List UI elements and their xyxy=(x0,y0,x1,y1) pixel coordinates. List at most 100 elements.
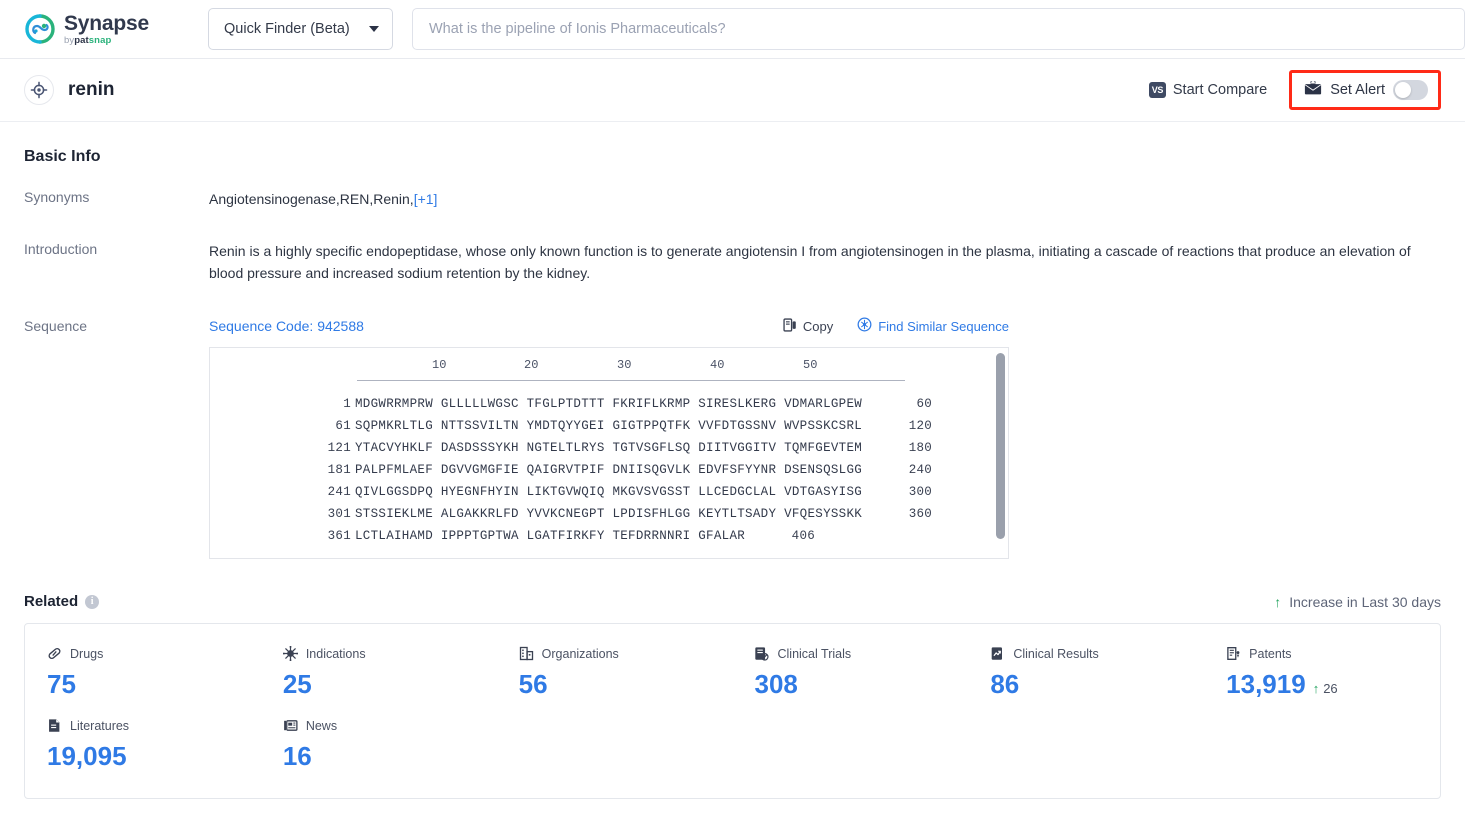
metric-value: 19,095 xyxy=(47,741,127,772)
sequence-rows: 1 MDGWRRMPRW GLLLLLWGSC TFGLPTDTTT FKRIF… xyxy=(210,393,1008,547)
ruler-tick-40: 40 xyxy=(710,358,725,373)
sequence-viewer[interactable]: 10 20 30 40 50 1 MDGWRRMPRW GLLLLLWGSC T… xyxy=(209,347,1009,560)
synonyms-value-wrap: Angiotensinogenase,REN,Renin,[+1] xyxy=(209,188,437,210)
metric-label: Organizations xyxy=(541,646,619,661)
metric-patents[interactable]: Patents 13,919 ↑ 26 xyxy=(1204,646,1440,700)
patent-icon xyxy=(1226,646,1241,661)
synonyms-more-link[interactable]: [+1] xyxy=(414,191,438,207)
sequence-row-residues: LCTLAIHAMD IPPPTGPTWA LGATFIRKFY TEFDRRN… xyxy=(355,529,746,544)
sequence-ruler-line xyxy=(357,380,905,382)
metric-value: 308 xyxy=(754,669,798,700)
sequence-row-residues: QIVLGGSDPQ HYEGNFHYIN LIKTGVWQIQ MKGVSVG… xyxy=(355,485,863,500)
versus-icon: VS xyxy=(1148,82,1166,98)
copy-button[interactable]: Copy xyxy=(783,318,833,335)
target-icon xyxy=(24,75,54,105)
logo-wordmark: Synapse xyxy=(64,11,149,35)
sequence-row-end: 120 xyxy=(908,419,933,434)
introduction-value: Renin is a highly specific endopeptidase… xyxy=(209,243,1411,282)
ruler-tick-20: 20 xyxy=(524,358,539,373)
metric-label: Indications xyxy=(305,646,366,661)
arrow-up-icon: ↑ xyxy=(1274,593,1282,610)
sequence-ruler: 10 20 30 40 50 xyxy=(357,358,905,380)
metric-literatures[interactable]: Literatures 19,095 xyxy=(25,718,261,772)
metric-clinical-trials[interactable]: Clinical Trials 308 xyxy=(732,646,968,700)
metric-value: 25 xyxy=(282,669,312,700)
entity-header: renin VS Start Compare Set Alert xyxy=(0,59,1465,122)
sequence-row-start: 181 xyxy=(327,463,351,478)
set-alert-control[interactable]: Set Alert xyxy=(1289,70,1441,110)
sequence-row-end: 300 xyxy=(908,485,933,500)
alert-envelope-icon xyxy=(1304,80,1322,100)
quick-finder-label: Quick Finder (Beta) xyxy=(224,21,350,37)
metric-value: 13,919 xyxy=(1226,669,1306,700)
sequence-row-residues: MDGWRRMPRW GLLLLLWGSC TFGLPTDTTT FKRIFLK… xyxy=(355,397,863,412)
start-compare-button[interactable]: VS Start Compare xyxy=(1148,82,1268,98)
metric-organizations[interactable]: Organizations 56 xyxy=(497,646,733,700)
top-bar: Synapse bypatsnap Quick Finder (Beta) xyxy=(0,0,1465,59)
quick-finder-dropdown[interactable]: Quick Finder (Beta) xyxy=(208,8,393,50)
sequence-label: Sequence xyxy=(24,318,88,335)
sequence-row-residues: STSSIEKLME ALGAKKRLFD YVVKCNEGPT LPDISFH… xyxy=(355,507,863,522)
sequence-row-start: 1 xyxy=(343,397,351,412)
literature-icon xyxy=(47,718,62,733)
sequence-row: 301 STSSIEKLME ALGAKKRLFD YVVKCNEGPT LPD… xyxy=(210,503,1008,525)
metric-drugs[interactable]: Drugs 75 xyxy=(25,646,261,700)
synonyms-row: Synonyms Angiotensinogenase,REN,Renin,[+… xyxy=(24,188,1441,210)
metric-value: 16 xyxy=(282,741,312,772)
metric-label: Clinical Trials xyxy=(777,646,852,661)
entity-header-actions: VS Start Compare Set Alert xyxy=(1148,70,1441,110)
find-similar-sequence-button[interactable]: Find Similar Sequence xyxy=(857,317,1009,335)
related-title: Related xyxy=(24,593,79,611)
sequence-row: 181 PALPFMLAEF DGVVGMGFIE QAIGRVTPIF DNI… xyxy=(210,459,1008,481)
related-metrics-card: Drugs 75 Indications 25 Organizations 56… xyxy=(24,623,1441,800)
sequence-row-start: 361 xyxy=(327,529,351,544)
news-icon xyxy=(283,718,298,733)
sequence-row-residues: SQPMKRLTLG NTTSSVILTN YMDTQYYGEI GIGTPPQ… xyxy=(355,419,863,434)
sequence-row-residues: YTACVYHKLF DASDSSSYKH NGTELTLRYS TGTVSGF… xyxy=(355,441,863,456)
metric-news[interactable]: News 16 xyxy=(261,718,497,772)
synapse-logo-icon xyxy=(24,13,56,45)
metric-clinical-results[interactable]: Clinical Results 86 xyxy=(968,646,1204,700)
sequence-row-residues: PALPFMLAEF DGVVGMGFIE QAIGRVTPIF DNIISQG… xyxy=(355,463,863,478)
info-icon[interactable]: i xyxy=(85,594,100,609)
metric-value: 56 xyxy=(518,669,548,700)
metric-label: News xyxy=(305,718,338,733)
sequence-row-end: 240 xyxy=(908,463,933,478)
introduction-label: Introduction xyxy=(24,241,98,258)
find-similar-label: Find Similar Sequence xyxy=(878,318,1009,334)
logo-patsnap-pat: pat xyxy=(74,34,89,46)
sequence-row: 241 QIVLGGSDPQ HYEGNFHYIN LIKTGVWQIQ MKG… xyxy=(210,481,1008,503)
set-alert-label: Set Alert xyxy=(1330,82,1385,98)
arrow-up-icon: ↑ xyxy=(1312,681,1320,697)
sequence-row: 1 MDGWRRMPRW GLLLLLWGSC TFGLPTDTTT FKRIF… xyxy=(210,393,1008,415)
clinical-result-icon xyxy=(990,646,1005,661)
copy-label: Copy xyxy=(802,318,834,334)
increase-legend: ↑ Increase in Last 30 days xyxy=(1274,594,1441,610)
sequence-row: 61 SQPMKRLTLG NTTSSVILTN YMDTQYYGEI GIGT… xyxy=(210,415,1008,437)
sequence-row: Sequence Sequence Code: 942588 Copy Find… xyxy=(24,317,1441,560)
sequence-scrollbar-thumb[interactable] xyxy=(996,353,1005,540)
copy-icon xyxy=(783,318,797,335)
metric-delta-value: 26 xyxy=(1323,681,1338,697)
sequence-row-end: 406 xyxy=(791,529,816,544)
sequence-row-start: 61 xyxy=(335,419,351,434)
toggle-knob xyxy=(1395,82,1411,98)
find-similar-icon xyxy=(857,317,872,335)
ruler-tick-30: 30 xyxy=(617,358,632,373)
virus-icon xyxy=(282,646,298,662)
start-compare-label: Start Compare xyxy=(1172,82,1268,98)
search-input[interactable] xyxy=(429,21,1448,37)
app-logo[interactable]: Synapse bypatsnap xyxy=(24,13,174,46)
sequence-row-start: 241 xyxy=(327,485,351,500)
metric-indications[interactable]: Indications 25 xyxy=(261,646,497,700)
sequence-code-link[interactable]: Sequence Code: 942588 xyxy=(209,318,364,334)
sequence-row-end: 60 xyxy=(916,397,933,412)
ruler-tick-10: 10 xyxy=(432,358,447,373)
sequence-actions: Copy Find Similar Sequence xyxy=(783,317,1009,335)
pill-icon xyxy=(47,646,62,661)
building-icon xyxy=(519,646,534,661)
set-alert-toggle[interactable] xyxy=(1393,80,1428,100)
metric-label: Drugs xyxy=(70,646,104,661)
search-bar[interactable] xyxy=(412,8,1465,50)
introduction-row: Introduction Renin is a highly specific … xyxy=(24,240,1441,284)
